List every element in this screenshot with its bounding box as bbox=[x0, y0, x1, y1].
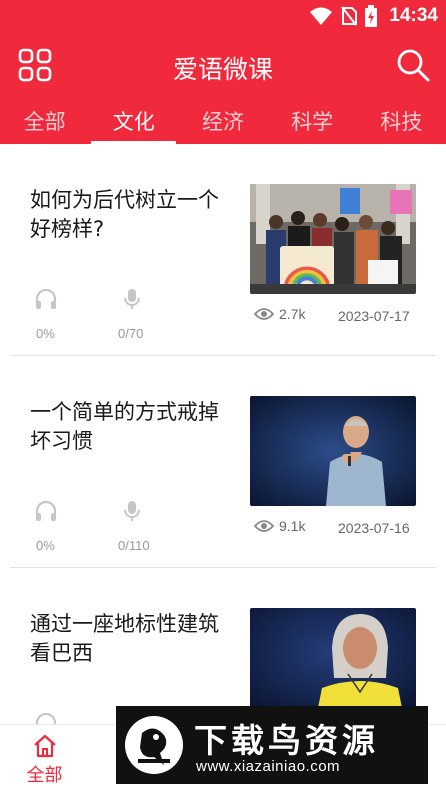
tab-label: 经济 bbox=[201, 110, 244, 134]
tab-label: 全部 bbox=[23, 110, 66, 134]
wifi-icon bbox=[310, 7, 333, 25]
speaker-photo-thumbnail bbox=[250, 608, 416, 718]
watermark-url: www.xiazainiao.com bbox=[196, 758, 341, 775]
status-bar: 14:34 bbox=[0, 0, 446, 32]
view-count: 2.7k bbox=[254, 306, 305, 322]
status-time: 14:34 bbox=[389, 5, 438, 26]
microphone-icon bbox=[124, 501, 140, 521]
view-count: 9.1k bbox=[254, 518, 305, 534]
no-sim-icon bbox=[341, 6, 358, 26]
headphones-icon bbox=[35, 500, 57, 521]
tab-label: 文化 bbox=[112, 110, 155, 134]
view-count-value: 2.7k bbox=[279, 306, 306, 322]
tab-all[interactable]: 全部 bbox=[0, 98, 89, 144]
battery-charging-icon bbox=[365, 5, 378, 27]
lesson-list: 如何为后代树立一个好榜样? 0% 0/70 2.7k 2023-07-17 一个… bbox=[0, 144, 446, 780]
tab-science[interactable]: 科学 bbox=[268, 98, 357, 144]
lesson-card[interactable]: 一个简单的方式戒掉坏习惯 0% 0/110 9.1k 2023-07-16 bbox=[0, 356, 446, 568]
watermark-banner: 下载鸟资源 www.xiazainiao.com bbox=[116, 706, 428, 784]
lesson-card[interactable]: 如何为后代树立一个好榜样? 0% 0/70 2.7k 2023-07-17 bbox=[0, 144, 446, 356]
listen-progress: 0% bbox=[36, 326, 55, 341]
view-count-value: 9.1k bbox=[279, 518, 306, 534]
publish-date: 2023-07-16 bbox=[338, 520, 410, 536]
group-photo-thumbnail bbox=[250, 184, 416, 294]
listen-progress: 0% bbox=[36, 538, 55, 553]
lesson-title[interactable]: 如何为后代树立一个好榜样? bbox=[30, 186, 230, 244]
app-title: 爱语微课 bbox=[172, 55, 273, 84]
tab-technology[interactable]: 科技 bbox=[357, 98, 446, 144]
category-tabs: 全部 文化 经济 科学 科技 bbox=[0, 98, 446, 144]
status-icons: 14:34 bbox=[309, 4, 438, 28]
nav-item-all[interactable]: 全部 bbox=[0, 733, 89, 787]
lesson-thumbnail[interactable] bbox=[250, 396, 416, 506]
lesson-title[interactable]: 一个简单的方式戒掉坏习惯 bbox=[30, 398, 230, 456]
search-button[interactable] bbox=[394, 46, 432, 84]
eye-icon bbox=[254, 308, 274, 320]
app-screen: 14:34 爱语微课 全部 文化 经济 科学 科技 如何为后代树立一个好榜样? … bbox=[0, 0, 446, 794]
tab-label: 科技 bbox=[380, 110, 423, 134]
home-icon bbox=[33, 734, 56, 758]
watermark-title: 下载鸟资源 bbox=[194, 721, 379, 760]
eye-icon bbox=[254, 520, 274, 532]
lesson-thumbnail[interactable] bbox=[250, 608, 416, 718]
nav-label: 全部 bbox=[26, 765, 63, 786]
record-progress: 0/70 bbox=[118, 326, 144, 341]
search-icon bbox=[397, 49, 430, 82]
tab-culture[interactable]: 文化 bbox=[89, 98, 178, 144]
record-progress: 0/110 bbox=[118, 538, 150, 553]
microphone-icon bbox=[124, 289, 140, 309]
publish-date: 2023-07-17 bbox=[338, 308, 410, 324]
lesson-thumbnail[interactable] bbox=[250, 184, 416, 294]
lesson-title[interactable]: 通过一座地标性建筑看巴西 bbox=[30, 610, 230, 668]
headphones-icon bbox=[35, 288, 57, 309]
tab-economy[interactable]: 经济 bbox=[178, 98, 267, 144]
speaker-photo-thumbnail bbox=[250, 396, 416, 506]
tab-label: 科学 bbox=[291, 110, 334, 134]
bird-logo-icon bbox=[125, 716, 183, 774]
app-bar: 爱语微课 bbox=[0, 32, 446, 98]
